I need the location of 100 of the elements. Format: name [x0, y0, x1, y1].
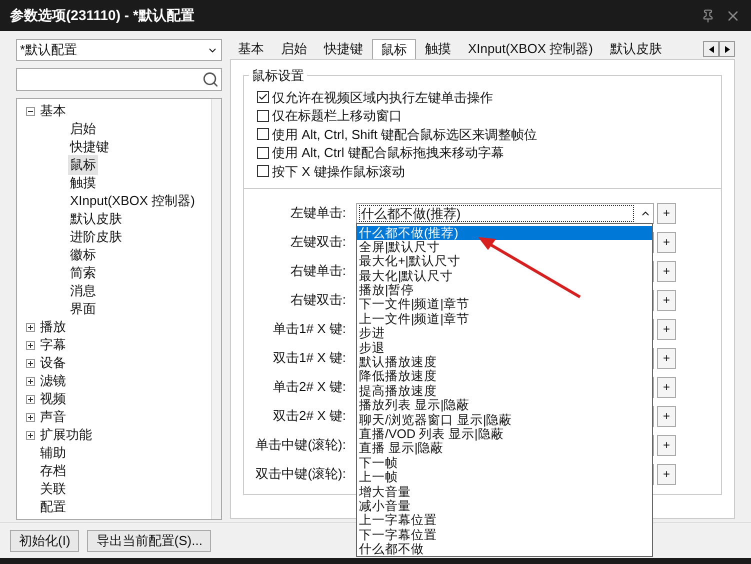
dropdown-option[interactable]: 上一文件|频道|章节 [357, 312, 652, 326]
expand-icon[interactable] [26, 394, 35, 404]
tree-item[interactable]: 鼠标 [68, 155, 98, 175]
tree-item[interactable]: 播放 [38, 317, 68, 337]
tree-item[interactable]: 设备 [38, 353, 68, 373]
tree-item[interactable]: 基本 [38, 101, 68, 121]
action-select[interactable]: 什么都不做(推荐) [356, 202, 654, 224]
option-label: 使用 Alt, Ctrl, Shift 键配合鼠标选区来调整帧位 [272, 126, 538, 144]
dropdown-option[interactable]: 下一帧 [357, 456, 652, 470]
option-label: 使用 Alt, Ctrl 键配合鼠标拖拽来移动字幕 [272, 144, 504, 162]
dropdown-option[interactable]: 最大化+|默认尺寸 [357, 254, 652, 269]
tab[interactable]: XInput(XBOX 控制器) [460, 39, 601, 59]
dropdown-option[interactable]: 增大音量 [357, 484, 652, 499]
tree-item[interactable]: 声音 [38, 407, 68, 427]
tree-item[interactable]: XInput(XBOX 控制器) [68, 191, 197, 211]
tree-item[interactable]: 存档 [38, 461, 68, 481]
checkbox[interactable] [257, 146, 269, 159]
tab[interactable]: 鼠标 [372, 39, 416, 59]
checkbox[interactable] [257, 110, 269, 122]
search-icon[interactable] [202, 71, 219, 88]
scrollbar[interactable] [211, 99, 221, 519]
add-button[interactable]: + [657, 318, 676, 340]
dropdown-option[interactable]: 提高播放速度 [357, 384, 652, 398]
dropdown-option[interactable]: 全屏|默认尺寸 [357, 240, 652, 254]
action-label: 双击2# X 键: [272, 407, 347, 426]
expand-icon[interactable] [26, 376, 35, 386]
tab[interactable]: 启始 [273, 39, 315, 59]
action-label: 单击中键(滚轮): [254, 436, 347, 454]
dropdown-option[interactable]: 聊天/浏览器窗口 显示|隐蔽 [357, 412, 652, 427]
search-field[interactable] [16, 68, 222, 91]
tree-item[interactable]: 启始 [68, 119, 98, 139]
tree-item[interactable]: 界面 [68, 299, 98, 319]
expand-icon[interactable] [26, 322, 35, 332]
dropdown-option[interactable]: 直播 显示|隐蔽 [357, 441, 652, 456]
checkbox[interactable] [257, 91, 269, 104]
checkbox[interactable] [257, 165, 269, 178]
tree-item[interactable]: 滤镜 [38, 371, 68, 391]
option-label: 仅允许在视频区域内执行左键单击操作 [272, 88, 493, 106]
right-triangle-icon [724, 46, 730, 52]
dropdown-option[interactable]: 上一字幕位置 [357, 513, 652, 528]
pin-icon[interactable] [701, 8, 715, 22]
action-label: 左键单击: [289, 204, 347, 222]
tree-item[interactable]: 消息 [68, 281, 98, 301]
expand-icon[interactable] [26, 340, 35, 350]
dropdown-option[interactable]: 步进 [357, 326, 652, 341]
scroll-left-button[interactable] [703, 41, 719, 57]
scroll-right-button[interactable] [719, 41, 735, 57]
tab[interactable]: 默认皮肤 [602, 39, 670, 59]
collapse-icon[interactable] [26, 106, 35, 116]
expand-icon[interactable] [26, 358, 35, 368]
tab[interactable]: 基本 [230, 39, 272, 59]
expand-icon[interactable] [26, 430, 35, 440]
dropdown-option[interactable]: 步退 [357, 340, 652, 356]
dropdown-option[interactable]: 什么都不做(推荐) [357, 226, 652, 240]
action-label: 单击2# X 键: [272, 378, 347, 396]
tab[interactable]: 触摸 [417, 39, 459, 59]
dropdown-option[interactable]: 下一文件|频道|章节 [357, 297, 652, 312]
add-button[interactable]: + [657, 232, 676, 252]
add-button[interactable]: + [657, 464, 676, 484]
tree-item[interactable]: 进阶皮肤 [68, 227, 124, 247]
tree-item[interactable]: 视频 [38, 389, 68, 409]
tree-item[interactable]: 扩展功能 [38, 425, 94, 445]
tree-item[interactable]: 默认皮肤 [68, 209, 124, 229]
add-button[interactable]: + [657, 406, 676, 426]
tree-item[interactable]: 字幕 [38, 335, 68, 355]
add-button[interactable]: + [657, 260, 676, 282]
dropdown-option[interactable]: 播放列表 显示|隐蔽 [357, 398, 652, 413]
add-button[interactable]: + [657, 290, 676, 310]
window-title: 参数选项(231110) - *默认配置 [10, 6, 194, 25]
option-label: 仅在标题栏上移动窗口 [272, 107, 402, 125]
dropdown-option[interactable]: 上一帧 [357, 470, 652, 485]
dropdown-option[interactable]: 默认播放速度 [357, 355, 652, 370]
checkbox[interactable] [257, 128, 269, 140]
dropdown-option[interactable]: 减小音量 [357, 498, 652, 514]
add-button[interactable]: + [657, 202, 676, 224]
tree-item[interactable]: 快捷键 [68, 137, 111, 157]
tree-item[interactable]: 徽标 [68, 245, 98, 265]
action-label: 双击1# X 键: [272, 349, 347, 368]
tree-item[interactable]: 配置 [38, 497, 68, 517]
dropdown-option[interactable]: 最大化|默认尺寸 [357, 268, 652, 284]
tab[interactable]: 快捷键 [316, 39, 371, 59]
add-button[interactable]: + [657, 348, 676, 368]
action-label: 左键双击: [289, 233, 347, 252]
check-icon [258, 92, 268, 102]
tree-item[interactable]: 关联 [38, 479, 68, 499]
dropdown-option[interactable]: 下一字幕位置 [357, 528, 652, 542]
action-label: 右键单击: [289, 262, 347, 280]
dropdown-option[interactable]: 播放|暂停 [357, 283, 652, 298]
tree-item[interactable]: 辅助 [38, 443, 68, 463]
dropdown-option[interactable]: 直播/VOD 列表 显示|隐蔽 [357, 426, 652, 442]
add-button[interactable]: + [657, 434, 676, 456]
add-button[interactable]: + [657, 376, 676, 398]
tree-item[interactable]: 触摸 [68, 173, 98, 193]
dropdown-option[interactable]: 什么都不做 [357, 542, 652, 556]
footer-button[interactable]: 导出当前配置(S)... [87, 530, 212, 552]
dropdown-option[interactable]: 降低播放速度 [357, 369, 652, 384]
profile-select[interactable]: *默认配置 [16, 39, 222, 61]
tree-item[interactable]: 简索 [68, 263, 98, 283]
footer-button[interactable]: 初始化(I) [10, 530, 80, 552]
expand-icon[interactable] [26, 412, 35, 422]
